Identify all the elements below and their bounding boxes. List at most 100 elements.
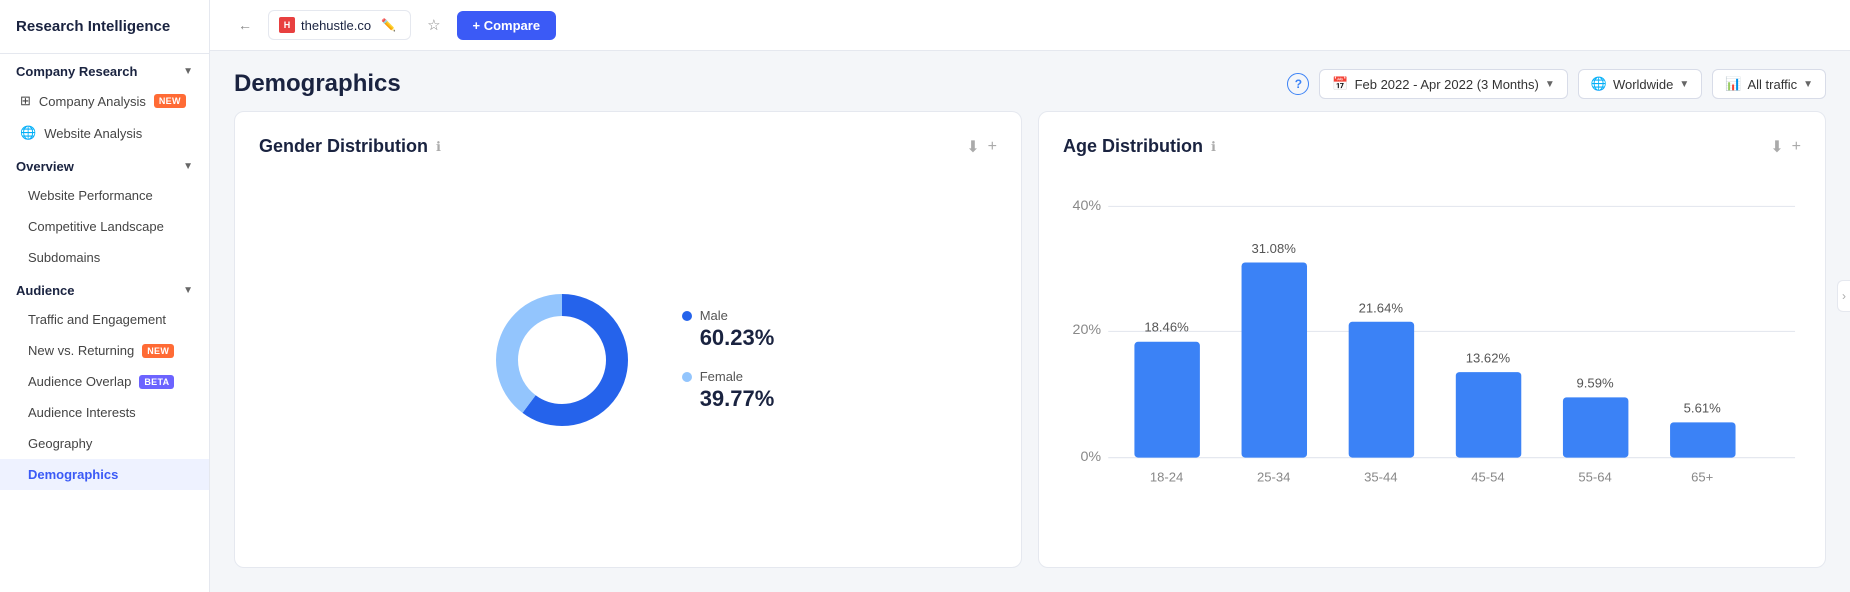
date-range-button[interactable]: 📅 Feb 2022 - Apr 2022 (3 Months) ▼ bbox=[1319, 69, 1567, 99]
chevron-down-icon-3: ▼ bbox=[183, 285, 193, 296]
new-badge: new bbox=[154, 94, 186, 108]
female-label: Female bbox=[700, 369, 743, 384]
date-range-label: Feb 2022 - Apr 2022 (3 Months) bbox=[1355, 77, 1539, 92]
domain-label: thehustle.co bbox=[301, 18, 371, 33]
bar-25-34 bbox=[1242, 263, 1307, 458]
age-card-title: Age Distribution bbox=[1063, 136, 1203, 157]
female-dot bbox=[682, 372, 692, 382]
bar-55-64 bbox=[1563, 397, 1628, 457]
sidebar-item-competitive-landscape[interactable]: Competitive Landscape bbox=[0, 211, 209, 242]
bar-label-45-54-pct: 13.62% bbox=[1466, 350, 1511, 365]
bar-label-18-24: 18-24 bbox=[1150, 469, 1183, 484]
sidebar-item-subdomains[interactable]: Subdomains bbox=[0, 242, 209, 273]
section-overview-label: Overview bbox=[16, 159, 74, 174]
edge-collapse-button[interactable]: › bbox=[1837, 280, 1850, 312]
sidebar-item-geography-label: Geography bbox=[28, 436, 92, 451]
page-title: Demographics bbox=[234, 70, 401, 98]
bar-label-65plus: 65+ bbox=[1691, 469, 1713, 484]
grid-icon: ⊞ bbox=[20, 93, 31, 109]
traffic-label: All traffic bbox=[1747, 77, 1797, 92]
sidebar-item-new-vs-returning[interactable]: New vs. Returning new bbox=[0, 335, 209, 366]
bar-label-55-64: 55-64 bbox=[1578, 469, 1611, 484]
sidebar-item-traffic-engagement-label: Traffic and Engagement bbox=[28, 312, 166, 327]
globe-icon-2: 🌐 bbox=[1591, 76, 1607, 92]
section-overview[interactable]: Overview ▼ bbox=[0, 149, 209, 180]
gender-card-title: Gender Distribution bbox=[259, 136, 428, 157]
sidebar-item-demographics-label: Demographics bbox=[28, 467, 118, 482]
y-label-0: 0% bbox=[1080, 449, 1101, 465]
page-controls: ? 📅 Feb 2022 - Apr 2022 (3 Months) ▼ 🌐 W… bbox=[1287, 69, 1826, 99]
bar-35-44 bbox=[1349, 322, 1414, 458]
sidebar-item-website-performance[interactable]: Website Performance bbox=[0, 180, 209, 211]
page-header: Demographics ? 📅 Feb 2022 - Apr 2022 (3 … bbox=[210, 51, 1850, 111]
star-button[interactable]: ☆ bbox=[423, 14, 444, 36]
bar-label-25-34: 25-34 bbox=[1257, 469, 1290, 484]
bar-label-25-34-pct: 31.08% bbox=[1252, 241, 1297, 256]
age-card-header: Age Distribution ℹ ⬇ + bbox=[1063, 136, 1801, 157]
traffic-icon: 📊 bbox=[1725, 76, 1741, 92]
sidebar-item-website-performance-label: Website Performance bbox=[28, 188, 153, 203]
age-download-button[interactable]: ⬇ bbox=[1770, 137, 1783, 157]
calendar-icon: 📅 bbox=[1332, 76, 1348, 92]
help-icon[interactable]: ? bbox=[1287, 73, 1309, 95]
chevron-down-icon-6: ▼ bbox=[1803, 79, 1813, 90]
favicon: H bbox=[279, 17, 295, 33]
age-bar-chart: 40% 20% 0% 18.46% 18-24 31.08% 25-34 bbox=[1063, 177, 1801, 543]
gender-add-button[interactable]: + bbox=[988, 138, 997, 156]
domain-tag[interactable]: H thehustle.co ✏️ bbox=[268, 10, 411, 40]
female-percentage: 39.77% bbox=[682, 386, 775, 412]
sidebar-item-audience-overlap-label: Audience Overlap bbox=[28, 374, 131, 389]
sidebar: Research Intelligence Company Research ▼… bbox=[0, 0, 210, 592]
sidebar-item-traffic-engagement[interactable]: Traffic and Engagement bbox=[0, 304, 209, 335]
chevron-down-icon-5: ▼ bbox=[1679, 79, 1689, 90]
age-card-actions: ⬇ + bbox=[1770, 137, 1801, 157]
bar-18-24 bbox=[1134, 342, 1199, 458]
sidebar-item-geography[interactable]: Geography bbox=[0, 428, 209, 459]
region-button[interactable]: 🌐 Worldwide ▼ bbox=[1578, 69, 1703, 99]
section-company-research-label: Company Research bbox=[16, 64, 137, 79]
main-content: ← H thehustle.co ✏️ ☆ + Compare Demograp… bbox=[210, 0, 1850, 592]
edit-domain-button[interactable]: ✏️ bbox=[377, 16, 400, 34]
bar-label-35-44-pct: 21.64% bbox=[1359, 300, 1404, 315]
sidebar-item-company-analysis-label: Company Analysis bbox=[39, 94, 146, 109]
gender-card-title-row: Gender Distribution ℹ bbox=[259, 136, 441, 157]
sidebar-item-audience-interests[interactable]: Audience Interests bbox=[0, 397, 209, 428]
gender-card-actions: ⬇ + bbox=[966, 137, 997, 157]
chevron-down-icon-2: ▼ bbox=[183, 161, 193, 172]
section-audience-label: Audience bbox=[16, 283, 75, 298]
sidebar-item-website-analysis-label: Website Analysis bbox=[44, 126, 142, 141]
bar-label-55-64-pct: 9.59% bbox=[1577, 375, 1614, 390]
back-button[interactable]: ← bbox=[234, 15, 256, 35]
new-badge-2: new bbox=[142, 344, 174, 358]
topbar: ← H thehustle.co ✏️ ☆ + Compare bbox=[210, 0, 1850, 51]
bar-chart-area: 40% 20% 0% 18.46% 18-24 31.08% 25-34 bbox=[1063, 177, 1801, 543]
sidebar-item-new-vs-returning-label: New vs. Returning bbox=[28, 343, 134, 358]
gender-info-icon[interactable]: ℹ bbox=[436, 139, 441, 155]
sidebar-item-audience-interests-label: Audience Interests bbox=[28, 405, 136, 420]
sidebar-item-demographics[interactable]: Demographics bbox=[0, 459, 209, 490]
gender-download-button[interactable]: ⬇ bbox=[966, 137, 979, 157]
age-info-icon[interactable]: ℹ bbox=[1211, 139, 1216, 155]
gender-distribution-card: Gender Distribution ℹ ⬇ + bbox=[234, 111, 1022, 568]
sidebar-item-subdomains-label: Subdomains bbox=[28, 250, 100, 265]
legend-item-male: Male 60.23% bbox=[682, 308, 775, 351]
app-title: Research Intelligence bbox=[0, 0, 209, 54]
male-label: Male bbox=[700, 308, 728, 323]
section-company-research[interactable]: Company Research ▼ bbox=[0, 54, 209, 85]
chevron-down-icon: ▼ bbox=[183, 66, 193, 77]
sidebar-item-audience-overlap[interactable]: Audience Overlap beta bbox=[0, 366, 209, 397]
compare-button[interactable]: + Compare bbox=[457, 11, 557, 40]
male-dot bbox=[682, 311, 692, 321]
sidebar-item-website-analysis[interactable]: 🌐 Website Analysis bbox=[0, 117, 209, 149]
traffic-button[interactable]: 📊 All traffic ▼ bbox=[1712, 69, 1826, 99]
male-percentage: 60.23% bbox=[682, 325, 775, 351]
age-add-button[interactable]: + bbox=[1792, 138, 1801, 156]
age-distribution-card: Age Distribution ℹ ⬇ + 40% 20% 0% bbox=[1038, 111, 1826, 568]
bar-65plus bbox=[1670, 422, 1735, 457]
sidebar-item-company-analysis[interactable]: ⊞ Company Analysis new bbox=[0, 85, 209, 117]
bar-label-18-24-pct: 18.46% bbox=[1144, 319, 1189, 334]
section-audience[interactable]: Audience ▼ bbox=[0, 273, 209, 304]
chevron-down-icon-4: ▼ bbox=[1545, 79, 1555, 90]
globe-icon: 🌐 bbox=[20, 125, 36, 141]
donut-legend: Male 60.23% Female 39.77% bbox=[682, 308, 775, 412]
